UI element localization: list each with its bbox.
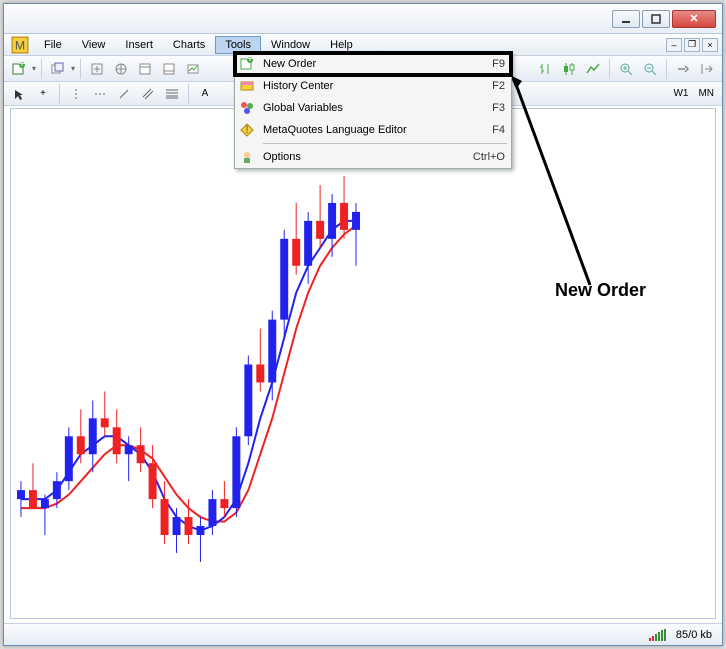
title-bar: ✕ <box>4 4 722 34</box>
menu-item-label: MetaQuotes Language Editor <box>263 124 492 136</box>
equidistant-channel-tool[interactable] <box>137 84 159 104</box>
navigator-button[interactable] <box>110 58 132 80</box>
new-chart-button[interactable]: + <box>8 58 30 80</box>
menu-help[interactable]: Help <box>320 36 363 54</box>
menu-item-label: New Order <box>263 58 492 70</box>
cursor-tool[interactable] <box>8 84 30 104</box>
crosshair-tool[interactable]: + <box>32 84 54 104</box>
candlestick-button[interactable] <box>558 58 580 80</box>
menu-separator <box>263 143 507 144</box>
maximize-button[interactable] <box>642 10 670 28</box>
line-chart-button[interactable] <box>582 58 604 80</box>
menu-item-label: Global Variables <box>263 102 492 114</box>
svg-text:M: M <box>15 38 25 52</box>
new-order-icon: + <box>237 56 257 72</box>
menu-insert[interactable]: Insert <box>115 36 163 54</box>
svg-text:+: + <box>247 56 253 65</box>
menu-item-shortcut: F3 <box>492 102 505 114</box>
vertical-line-tool[interactable] <box>65 84 87 104</box>
terminal-button[interactable] <box>158 58 180 80</box>
variables-icon <box>237 100 257 116</box>
candlestick-chart <box>11 109 715 618</box>
menu-item-options[interactable]: Options Ctrl+O <box>235 146 511 168</box>
svg-text:!: ! <box>245 124 248 136</box>
menu-window[interactable]: Window <box>261 36 320 54</box>
chart-area[interactable] <box>10 108 716 619</box>
menu-file[interactable]: File <box>34 36 72 54</box>
data-window-button[interactable] <box>134 58 156 80</box>
menu-item-history-center[interactable]: History Center F2 <box>235 75 511 97</box>
app-icon: M <box>10 36 30 54</box>
zoom-in-button[interactable] <box>615 58 637 80</box>
menu-view[interactable]: View <box>72 36 116 54</box>
connection-status: 85/0 kb <box>676 629 712 641</box>
bar-chart-button[interactable] <box>534 58 556 80</box>
annotation-label: New Order <box>555 280 646 301</box>
fibonacci-tool[interactable] <box>161 84 183 104</box>
minimize-button[interactable] <box>612 10 640 28</box>
menu-item-label: Options <box>263 151 473 163</box>
profiles-button[interactable] <box>47 58 69 80</box>
menu-item-shortcut: F4 <box>492 124 505 136</box>
mdi-restore-button[interactable]: ❐ <box>684 38 700 52</box>
market-watch-button[interactable] <box>86 58 108 80</box>
svg-text:+: + <box>19 61 25 70</box>
options-icon <box>237 149 257 165</box>
menu-item-shortcut: F9 <box>492 58 505 70</box>
auto-scroll-button[interactable] <box>672 58 694 80</box>
connection-indicator-icon <box>649 629 666 641</box>
editor-icon: ! <box>237 122 257 138</box>
menu-item-shortcut: Ctrl+O <box>473 151 505 163</box>
status-bar: 85/0 kb <box>4 623 722 645</box>
menu-tools[interactable]: Tools <box>215 36 261 54</box>
horizontal-line-tool[interactable] <box>89 84 111 104</box>
timeframe-w1[interactable]: W1 <box>669 84 692 104</box>
menu-charts[interactable]: Charts <box>163 36 215 54</box>
chart-shift-button[interactable] <box>696 58 718 80</box>
trendline-tool[interactable] <box>113 84 135 104</box>
menu-item-label: History Center <box>263 80 492 92</box>
history-icon <box>237 78 257 94</box>
tools-dropdown-menu: + New Order F9 History Center F2 Global … <box>234 52 512 169</box>
close-button[interactable]: ✕ <box>672 10 716 28</box>
timeframe-mn[interactable]: MN <box>694 84 718 104</box>
zoom-out-button[interactable] <box>639 58 661 80</box>
menu-item-metaeditor[interactable]: ! MetaQuotes Language Editor F4 <box>235 119 511 141</box>
mdi-minimize-button[interactable]: – <box>666 38 682 52</box>
strategy-tester-button[interactable] <box>182 58 204 80</box>
text-label-tool[interactable]: A <box>194 84 216 104</box>
menu-item-new-order[interactable]: + New Order F9 <box>235 53 511 75</box>
menu-item-global-variables[interactable]: Global Variables F3 <box>235 97 511 119</box>
menu-item-shortcut: F2 <box>492 80 505 92</box>
mdi-close-button[interactable]: × <box>702 38 718 52</box>
